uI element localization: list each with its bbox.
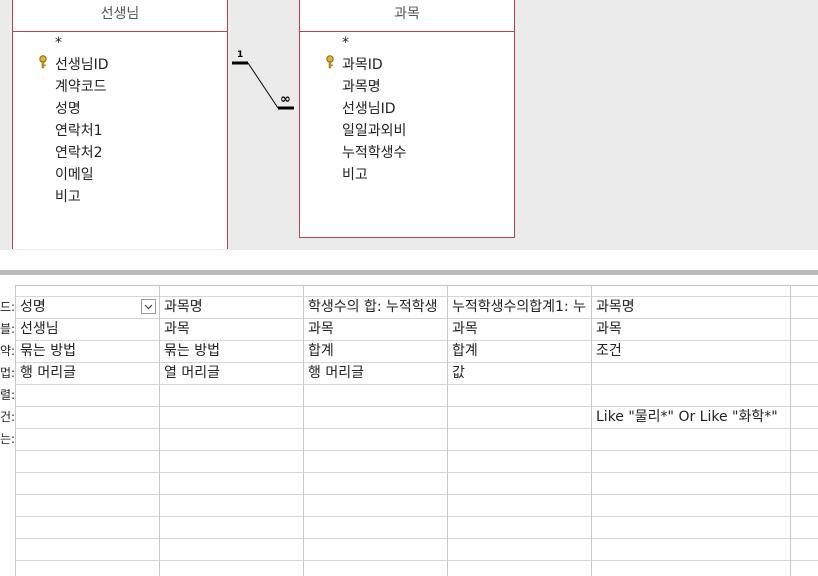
grid-cell-crosstab[interactable]: 값 — [448, 362, 591, 384]
field-name[interactable]: 성명 — [55, 99, 81, 119]
grid-line — [15, 494, 818, 495]
field-all[interactable]: * — [342, 33, 349, 53]
table-teacher[interactable]: 선생님 * 선생님ID 계약코드 성명 연락처1 연락처2 이메일 비고 — [12, 0, 228, 249]
field-note[interactable]: 비고 — [55, 187, 81, 207]
grid-cell-crosstab[interactable]: 행 머리글 — [304, 362, 447, 384]
grid-cell-or[interactable] — [448, 428, 591, 450]
row-label-total: 약: — [0, 344, 14, 358]
grid-line — [15, 450, 818, 451]
field-teacher-id[interactable]: 선생님ID — [342, 99, 396, 119]
grid-cell-crosstab[interactable] — [592, 362, 790, 384]
grid-line — [15, 516, 818, 517]
key-icon — [326, 55, 334, 69]
grid-line — [15, 472, 818, 473]
grid-cell-table[interactable]: 과목 — [304, 318, 447, 340]
grid-cell-criteria[interactable] — [160, 406, 303, 428]
chevron-down-icon[interactable] — [141, 299, 156, 314]
grid-cell-or[interactable] — [592, 428, 790, 450]
field-subject-id[interactable]: 과목ID — [342, 55, 383, 75]
grid-cell-field[interactable]: 성명 — [16, 296, 141, 318]
row-label-table: 블: — [0, 322, 14, 336]
row-label-or: 는: — [0, 432, 14, 446]
grid-cell-total[interactable]: 합계 — [304, 340, 447, 362]
grid-cell-criteria[interactable] — [304, 406, 447, 428]
field-daily-fee[interactable]: 일일과외비 — [342, 121, 406, 141]
field-note[interactable]: 비고 — [342, 165, 368, 185]
row-label-criteria: 건: — [0, 410, 14, 424]
table-subject[interactable]: 과목 * 과목ID 과목명 선생님ID 일일과외비 누적학생수 비고 — [299, 0, 515, 238]
row-label-field: 드: — [0, 300, 14, 314]
pane-splitter[interactable] — [0, 250, 818, 275]
grid-cell-table[interactable]: 과목 — [160, 318, 303, 340]
grid-line — [15, 538, 818, 539]
field-contact1[interactable]: 연락처1 — [55, 121, 103, 141]
query-design-pane[interactable]: 선생님 * 선생님ID 계약코드 성명 연락처1 연락처2 이메일 비고 과목 … — [0, 0, 818, 250]
table-title[interactable]: 선생님 — [13, 0, 227, 32]
grid-cell-criteria[interactable] — [16, 406, 159, 428]
grid-cell-or[interactable] — [160, 428, 303, 450]
field-email[interactable]: 이메일 — [55, 165, 94, 185]
grid-cell-field[interactable]: 누적학생수의합계1: 누 — [448, 296, 591, 318]
many-side-label: ∞ — [280, 92, 291, 107]
grid-cell-total[interactable]: 조건 — [592, 340, 790, 362]
grid-cell-total[interactable]: 합계 — [448, 340, 591, 362]
grid-cell-crosstab[interactable]: 행 머리글 — [16, 362, 159, 384]
grid-cell-sort[interactable] — [304, 384, 447, 406]
grid-cell-field[interactable]: 학생수의 합: 누적학생 — [304, 296, 447, 318]
grid-cell-sort[interactable] — [16, 384, 159, 406]
grid-cell-field[interactable] — [791, 296, 818, 318]
grid-cell-crosstab[interactable]: 열 머리글 — [160, 362, 303, 384]
one-side-label: 1 — [237, 50, 244, 60]
table-title[interactable]: 과목 — [300, 0, 514, 32]
grid-cell-or[interactable] — [304, 428, 447, 450]
field-all[interactable]: * — [55, 33, 62, 53]
grid-cell-table[interactable] — [791, 318, 818, 340]
grid-cell-criteria[interactable] — [448, 406, 591, 428]
field-cumulative-students[interactable]: 누적학생수 — [342, 143, 406, 163]
field-contact2[interactable]: 연락처2 — [55, 143, 103, 163]
grid-cell-total[interactable]: 묶는 방법 — [16, 340, 159, 362]
grid-cell-sort[interactable] — [448, 384, 591, 406]
field-subject-name[interactable]: 과목명 — [342, 77, 381, 97]
grid-cell-field[interactable]: 과목명 — [592, 296, 790, 318]
field-contract-code[interactable]: 계약코드 — [55, 77, 107, 97]
grid-line — [15, 560, 818, 561]
row-label-crosstab: 멉: — [0, 366, 14, 380]
key-icon — [39, 55, 47, 69]
grid-cell-sort[interactable] — [160, 384, 303, 406]
grid-cell-table[interactable]: 과목 — [592, 318, 790, 340]
grid-cell-or[interactable] — [16, 428, 159, 450]
grid-cell-table[interactable]: 선생님 — [16, 318, 159, 340]
row-label-sort: 렬: — [0, 388, 14, 402]
grid-cell-sort[interactable] — [592, 384, 790, 406]
grid-cell-table[interactable]: 과목 — [448, 318, 591, 340]
grid-cell-field[interactable]: 과목명 — [160, 296, 303, 318]
field-teacher-id[interactable]: 선생님ID — [55, 55, 109, 75]
query-grid[interactable]: 드: 블: 약: 멉: 렬: 건: 는: 성명 선생님 묶는 방법 행 머리글 … — [0, 275, 818, 576]
grid-cell-total[interactable]: 묶는 방법 — [160, 340, 303, 362]
grid-cell-criteria[interactable]: Like "물리*" Or Like "화학*" — [592, 406, 790, 428]
